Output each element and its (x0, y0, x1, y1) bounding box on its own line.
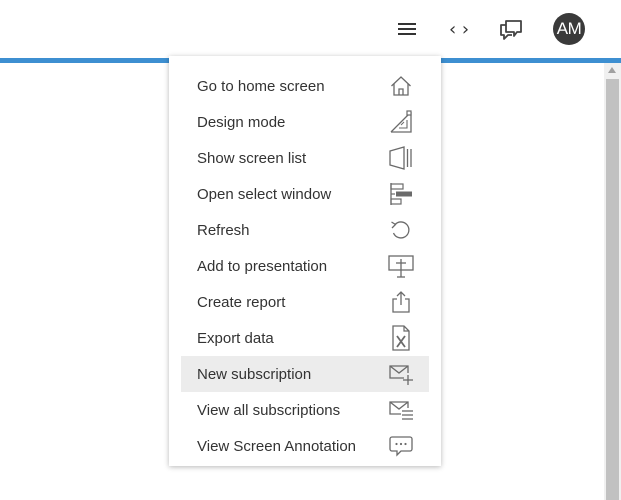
menu-item-create-report[interactable]: Create report (181, 284, 429, 320)
mail-plus-icon (387, 361, 415, 387)
refresh-icon (387, 217, 415, 243)
mail-list-icon (387, 397, 415, 423)
scroll-thumb[interactable] (606, 79, 619, 500)
select-window-icon (387, 181, 415, 207)
menu-item-label: View all subscriptions (197, 401, 341, 419)
main-dropdown-menu: Go to home screen Design mode Show scree… (169, 56, 441, 466)
menu-item-go-home[interactable]: Go to home screen (181, 68, 429, 104)
menu-item-label: Show screen list (197, 149, 307, 167)
menu-item-new-subscription[interactable]: New subscription (181, 356, 429, 392)
menu-item-design-mode[interactable]: Design mode (181, 104, 429, 140)
menu-item-label: View Screen Annotation (197, 437, 357, 455)
share-export-icon (387, 289, 415, 315)
scroll-up-arrow-icon[interactable] (608, 67, 616, 73)
vertical-scrollbar[interactable] (604, 63, 621, 500)
design-mode-icon (387, 109, 415, 135)
user-avatar[interactable]: AM (553, 13, 585, 45)
menu-item-add-to-presentation[interactable]: Add to presentation (181, 248, 429, 284)
hamburger-icon (398, 23, 416, 35)
menu-item-label: Add to presentation (197, 257, 328, 275)
hamburger-menu-button[interactable] (392, 14, 422, 44)
code-view-button[interactable]: ‹ › (444, 14, 474, 44)
menu-list: Go to home screen Design mode Show scree… (181, 68, 429, 464)
menu-item-label: Go to home screen (197, 77, 325, 95)
menu-item-open-select-window[interactable]: Open select window (181, 176, 429, 212)
menu-item-label: Design mode (197, 113, 286, 131)
menu-item-show-screen-list[interactable]: Show screen list (181, 140, 429, 176)
home-icon (387, 73, 415, 99)
excel-file-icon (387, 325, 415, 351)
presentation-icon (387, 253, 415, 279)
menu-item-export-data[interactable]: Export data (181, 320, 429, 356)
code-brackets-icon: ‹ › (448, 18, 470, 40)
menu-item-label: Create report (197, 293, 286, 311)
top-toolbar: ‹ › AM (0, 0, 621, 58)
menu-item-label: Open select window (197, 185, 332, 203)
menu-item-label: Export data (197, 329, 274, 347)
screen-list-icon (387, 145, 415, 171)
menu-item-view-screen-annotation[interactable]: View Screen Annotation (181, 428, 429, 464)
menu-item-refresh[interactable]: Refresh (181, 212, 429, 248)
comments-icon (500, 20, 522, 40)
menu-item-view-all-subscriptions[interactable]: View all subscriptions (181, 392, 429, 428)
app-page: ‹ › AM Go to home screen Design mode Sho… (0, 0, 621, 500)
menu-item-label: Refresh (197, 221, 250, 239)
annotation-bubble-icon (387, 433, 415, 459)
menu-item-label: New subscription (197, 365, 312, 383)
comments-button[interactable] (496, 14, 526, 44)
